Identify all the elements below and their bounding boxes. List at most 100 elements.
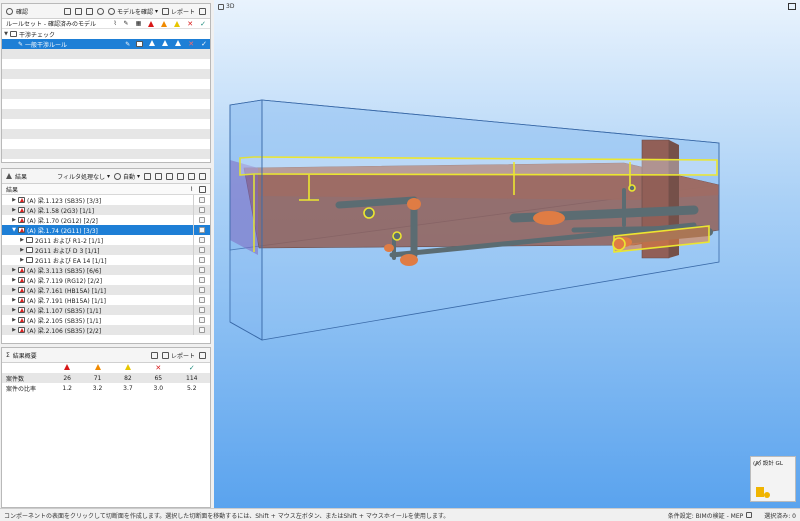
expand-arrow-icon[interactable]: ▶ <box>10 327 18 333</box>
export-icon[interactable] <box>85 7 93 15</box>
summary-row-label: 案件数 <box>2 373 52 383</box>
result-row[interactable]: ▶ (A) 梁.1.123 (SB35) [3/3] <box>2 195 210 205</box>
clash-group-icon <box>18 267 25 273</box>
result-status-icon[interactable] <box>199 207 205 213</box>
filter-dropdown[interactable]: フィルタ処理なし ▾ <box>57 172 110 181</box>
auto-dropdown[interactable]: 自動 ▾ <box>113 172 140 181</box>
expand-arrow-icon[interactable]: ▶ <box>10 197 18 203</box>
result-row[interactable]: ▶ (A) 梁.2.105 (SB35) [1/1] <box>2 315 210 325</box>
summary-header-row: ✕ ✓ <box>2 363 210 373</box>
viewport-title: 3D <box>218 3 234 10</box>
summary-cell: 3.2 <box>92 384 103 392</box>
chevron-down-icon: ▾ <box>154 7 158 15</box>
result-status-icon[interactable] <box>199 217 205 223</box>
check-panel-title: 確認 <box>16 8 29 16</box>
empty-row <box>2 149 210 159</box>
expand-arrow-icon[interactable]: ▶ <box>18 237 26 243</box>
panel-maximize-icon[interactable] <box>199 7 206 15</box>
3d-scene[interactable] <box>214 0 800 508</box>
condition-setting[interactable]: 条件設定: BIMの検証 - MEP <box>668 511 753 520</box>
expand-arrow-icon[interactable]: ▶ <box>10 207 18 213</box>
result-row[interactable]: ▼ (A) 梁.1.74 (2G11) [3/3] <box>2 225 210 235</box>
result-row[interactable]: ▶ 2G11 および D 3 [1/1] <box>2 245 210 255</box>
empty-row <box>2 119 210 129</box>
expand-arrow-icon[interactable]: ▶ <box>10 307 18 313</box>
rule-edit-icon[interactable]: ✎ <box>125 41 130 48</box>
minimap[interactable]: (A) 設計 GL <box>750 456 796 502</box>
sum-icon: Σ <box>6 351 10 359</box>
export-icon[interactable] <box>150 351 158 359</box>
clash-group-icon <box>18 277 25 283</box>
clipboard-icon[interactable] <box>166 172 173 180</box>
error-x-icon: ✕ <box>155 364 162 372</box>
expand-arrow-icon[interactable]: ▶ <box>10 277 18 283</box>
grid-icon: ▦ <box>135 20 142 27</box>
result-status-icon[interactable] <box>199 247 205 253</box>
ruleset-row-clash[interactable]: ▼ 干渉チェック <box>2 29 210 39</box>
expand-arrow-icon[interactable]: ▶ <box>18 257 26 263</box>
expand-arrow-icon[interactable]: ▶ <box>10 267 18 273</box>
results-list: ▶ (A) 梁.1.123 (SB35) [3/3] ▶ (A) 梁.1.58 (2G… <box>2 195 210 335</box>
panel-maximize-icon[interactable] <box>199 351 206 359</box>
expand-arrow-icon[interactable]: ▶ <box>10 317 18 323</box>
result-status-icon[interactable] <box>199 317 205 323</box>
result-status-icon[interactable] <box>199 227 205 233</box>
3d-viewport[interactable]: 3D (A) 設計 GL <box>214 0 800 508</box>
expand-arrow-icon[interactable]: ▶ <box>10 287 18 293</box>
import-icon[interactable] <box>74 7 82 15</box>
result-row[interactable]: ▶ (A) 梁.3.113 (SB35) [6/6] <box>2 265 210 275</box>
result-status-icon[interactable] <box>199 257 205 263</box>
minor-issue-icon <box>174 20 181 27</box>
summary-row-ratio: 案件の比率 1.2 3.2 3.7 3.0 5.2 <box>2 383 210 393</box>
expand-arrow-icon[interactable]: ▶ <box>18 247 26 253</box>
rule-grid-icon[interactable] <box>136 41 144 47</box>
result-status-icon[interactable] <box>199 307 205 313</box>
summary-cell: 3.7 <box>123 384 133 392</box>
result-row[interactable]: ▶ 2G11 および EA 14 [1/1] <box>2 255 210 265</box>
expand-all-icon[interactable] <box>199 185 206 193</box>
settings-icon[interactable] <box>96 7 104 15</box>
ruleset-row-general-clash[interactable]: ✎ 一般干渉ルール ✎ ✕ ✓ <box>2 39 210 49</box>
result-row[interactable]: ▶ (A) 梁.7.161 (HB15A) [1/1] <box>2 285 210 295</box>
results-column-header: 結果 ⌇ <box>2 184 210 195</box>
result-status-icon[interactable] <box>199 297 205 303</box>
results-panel-header: 結果 フィルタ処理なし ▾ 自動 ▾ <box>2 169 210 184</box>
result-status-icon[interactable] <box>199 237 205 243</box>
expand-arrow-icon[interactable]: ▼ <box>2 31 10 37</box>
viewport-maximize-icon[interactable] <box>788 3 796 10</box>
gear-icon <box>113 172 121 180</box>
result-row[interactable]: ▶ 2G11 および R1-2 [1/1] <box>2 235 210 245</box>
result-status-icon[interactable] <box>199 267 205 273</box>
copy-icon[interactable] <box>177 172 184 180</box>
minor-issue-icon <box>124 364 131 370</box>
result-row[interactable]: ▶ (A) 梁.2.106 (SB35) [2/2] <box>2 325 210 335</box>
expand-arrow-icon[interactable]: ▶ <box>10 297 18 303</box>
clash-group-icon <box>18 327 25 333</box>
tree-view-icon[interactable] <box>144 172 151 180</box>
result-row[interactable]: ▶ (A) 梁.1.107 (SB35) [1/1] <box>2 305 210 315</box>
result-status-icon[interactable] <box>199 277 205 283</box>
result-label: (A) 梁.1.74 (2G11) [3/3] <box>27 227 98 235</box>
summary-report-button[interactable]: レポート <box>161 351 195 360</box>
expand-arrow-icon[interactable]: ▶ <box>10 217 18 223</box>
result-row[interactable]: ▶ (A) 梁.1.58 (2G3) [1/1] <box>2 205 210 215</box>
result-status-icon[interactable] <box>199 287 205 293</box>
check-report-button[interactable]: レポート <box>161 7 195 16</box>
result-label: (A) 梁.1.70 (2G12) [2/2] <box>27 217 98 225</box>
results-icon <box>6 173 12 179</box>
expand-arrow-icon[interactable]: ▼ <box>10 227 18 233</box>
bounding-box-front <box>261 99 720 341</box>
folder-icon[interactable] <box>63 7 71 15</box>
check-model-button[interactable]: モデルを確認 ▾ <box>107 7 158 16</box>
result-status-icon[interactable] <box>199 327 205 333</box>
list-view-icon[interactable] <box>155 172 162 180</box>
error-x-icon: ✕ <box>187 19 194 28</box>
result-row[interactable]: ▶ (A) 梁.1.70 (2G12) [2/2] <box>2 215 210 225</box>
panel-maximize-icon[interactable] <box>199 172 206 180</box>
result-row[interactable]: ▶ (A) 梁.7.119 (RG12) [2/2] <box>2 275 210 285</box>
paste-icon[interactable] <box>188 172 195 180</box>
minimap-object <box>764 492 770 498</box>
result-row[interactable]: ▶ (A) 梁.7.191 (HB15A) [1/1] <box>2 295 210 305</box>
result-status-icon[interactable] <box>199 197 205 203</box>
clash-group-icon <box>18 317 25 323</box>
